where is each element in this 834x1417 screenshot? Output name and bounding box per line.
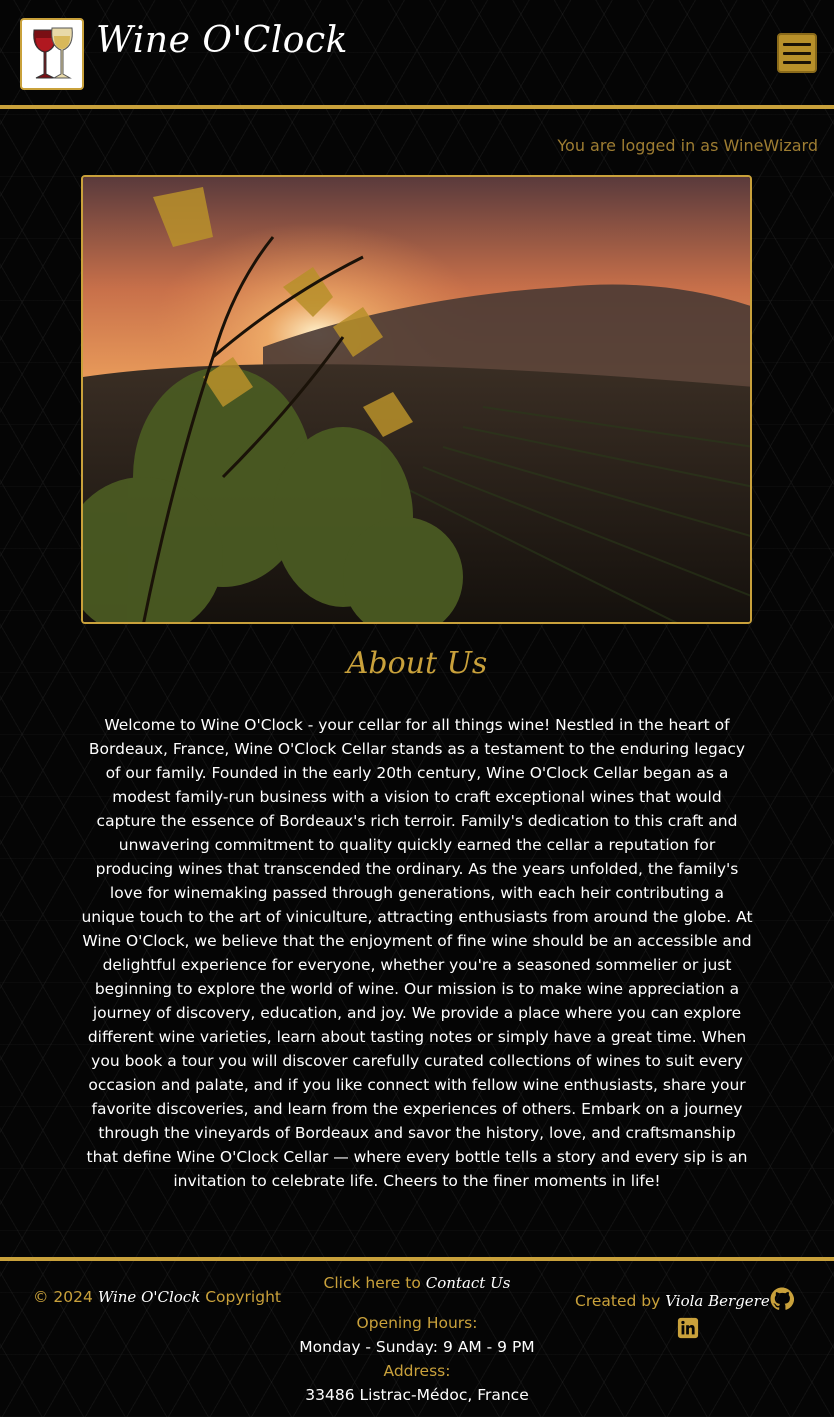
menu-bar [783,42,811,46]
vineyard-hero-image [81,175,752,624]
address-value: 33486 Listrac-Médoc, France [305,1386,529,1404]
created-by: Created by Viola Bergere [575,1292,770,1310]
wine-glasses-logo[interactable] [20,18,84,90]
about-us-body: Welcome to Wine O'Clock - your cellar fo… [81,716,753,1190]
opening-hours-value: Monday - Sunday: 9 AM - 9 PM [299,1338,535,1356]
footer-divider [0,1257,834,1261]
contact-line: Click here to Contact Us [0,1274,834,1292]
wine-glasses-logo-icon [33,27,73,79]
login-status: You are logged in as WineWizard [557,136,818,155]
menu-bar [783,60,811,64]
about-us-heading: About Us [346,646,488,681]
vineyard-sunset-illustration [83,177,750,622]
site-title[interactable]: Wine O'Clock [96,20,348,61]
opening-hours-label: Opening Hours: [356,1314,478,1332]
creator-name: Viola Bergere [665,1292,770,1310]
contact-us-link[interactable]: Contact Us [426,1274,511,1292]
hamburger-menu-button[interactable] [777,33,817,73]
linkedin-icon[interactable] [677,1317,699,1339]
created-by-prefix: Created by [575,1292,661,1310]
address-label: Address: [383,1362,451,1380]
contact-prefix: Click here to [323,1274,421,1292]
header-divider [0,105,834,109]
github-icon[interactable] [770,1287,794,1311]
menu-bar [783,51,811,55]
site-header: Wine O'Clock [0,0,834,106]
